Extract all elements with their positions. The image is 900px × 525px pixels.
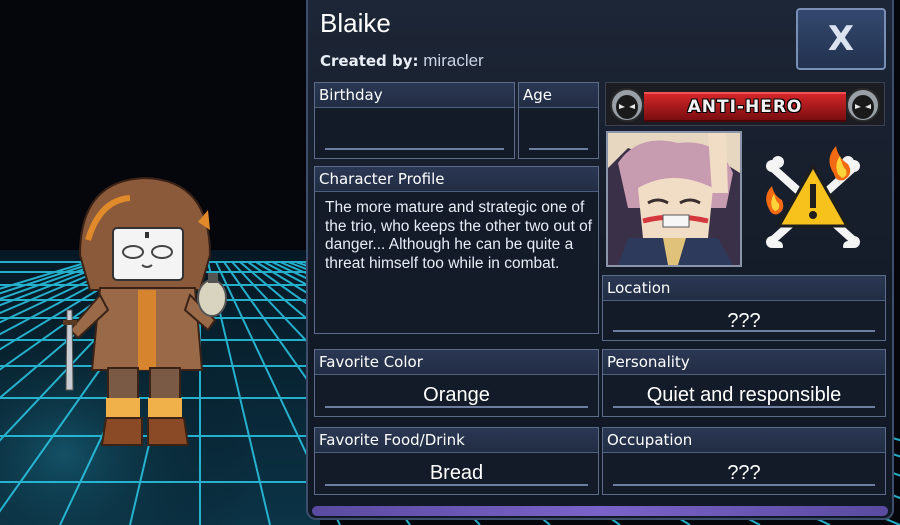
character-figure <box>63 176 227 446</box>
creator-line: Created by: miracler <box>320 51 484 71</box>
favorite-food-value: Bread <box>429 462 484 484</box>
creator-name: miracler <box>423 51 484 70</box>
character-portrait <box>606 131 742 267</box>
birthday-field: Birthday <box>314 82 515 159</box>
occupation-label: Occupation <box>603 428 885 453</box>
personality-label: Personality <box>603 350 885 375</box>
favorite-color-field: Favorite Color Orange <box>314 349 599 417</box>
created-by-label: Created by: <box>320 52 419 70</box>
character-name: Blaike <box>320 8 391 38</box>
favorite-food-underline <box>325 484 588 486</box>
occupation-value: ??? <box>727 462 761 484</box>
birthday-label: Birthday <box>315 83 514 108</box>
favorite-color-underline <box>325 406 588 408</box>
location-underline <box>613 330 875 332</box>
character-profile-text: The more mature and strategic one of the… <box>325 199 593 272</box>
close-icon: X <box>827 19 855 59</box>
badge-label: ANTI-HERO <box>644 92 846 122</box>
location-label: Location <box>603 276 885 301</box>
location-field: Location ??? <box>602 275 886 341</box>
anti-hero-badge: ANTI-HERO <box>605 82 885 126</box>
panel-bottom-bar <box>312 506 888 516</box>
age-label: Age <box>519 83 598 108</box>
favorite-food-field: Favorite Food/Drink Bread <box>314 427 599 495</box>
character-profile-label: Character Profile <box>315 167 598 192</box>
personality-field: Personality Quiet and responsible <box>602 349 886 417</box>
mask-icon <box>846 88 880 122</box>
birthday-underline <box>325 148 504 150</box>
occupation-underline <box>613 484 875 486</box>
personality-underline <box>613 406 875 408</box>
age-underline <box>529 148 588 150</box>
warning-skull-icon <box>766 146 860 248</box>
age-field: Age <box>518 82 599 159</box>
personality-value: Quiet and responsible <box>646 384 842 406</box>
favorite-color-label: Favorite Color <box>315 350 598 375</box>
close-button[interactable]: X <box>796 8 886 70</box>
mask-icon <box>610 88 644 122</box>
occupation-field: Occupation ??? <box>602 427 886 495</box>
favorite-food-label: Favorite Food/Drink <box>315 428 598 453</box>
character-profile-field: Character Profile The more mature and st… <box>314 166 599 334</box>
character-profile-panel: Blaike Created by: miracler X Birthday A… <box>306 0 894 520</box>
favorite-color-value: Orange <box>423 384 490 406</box>
